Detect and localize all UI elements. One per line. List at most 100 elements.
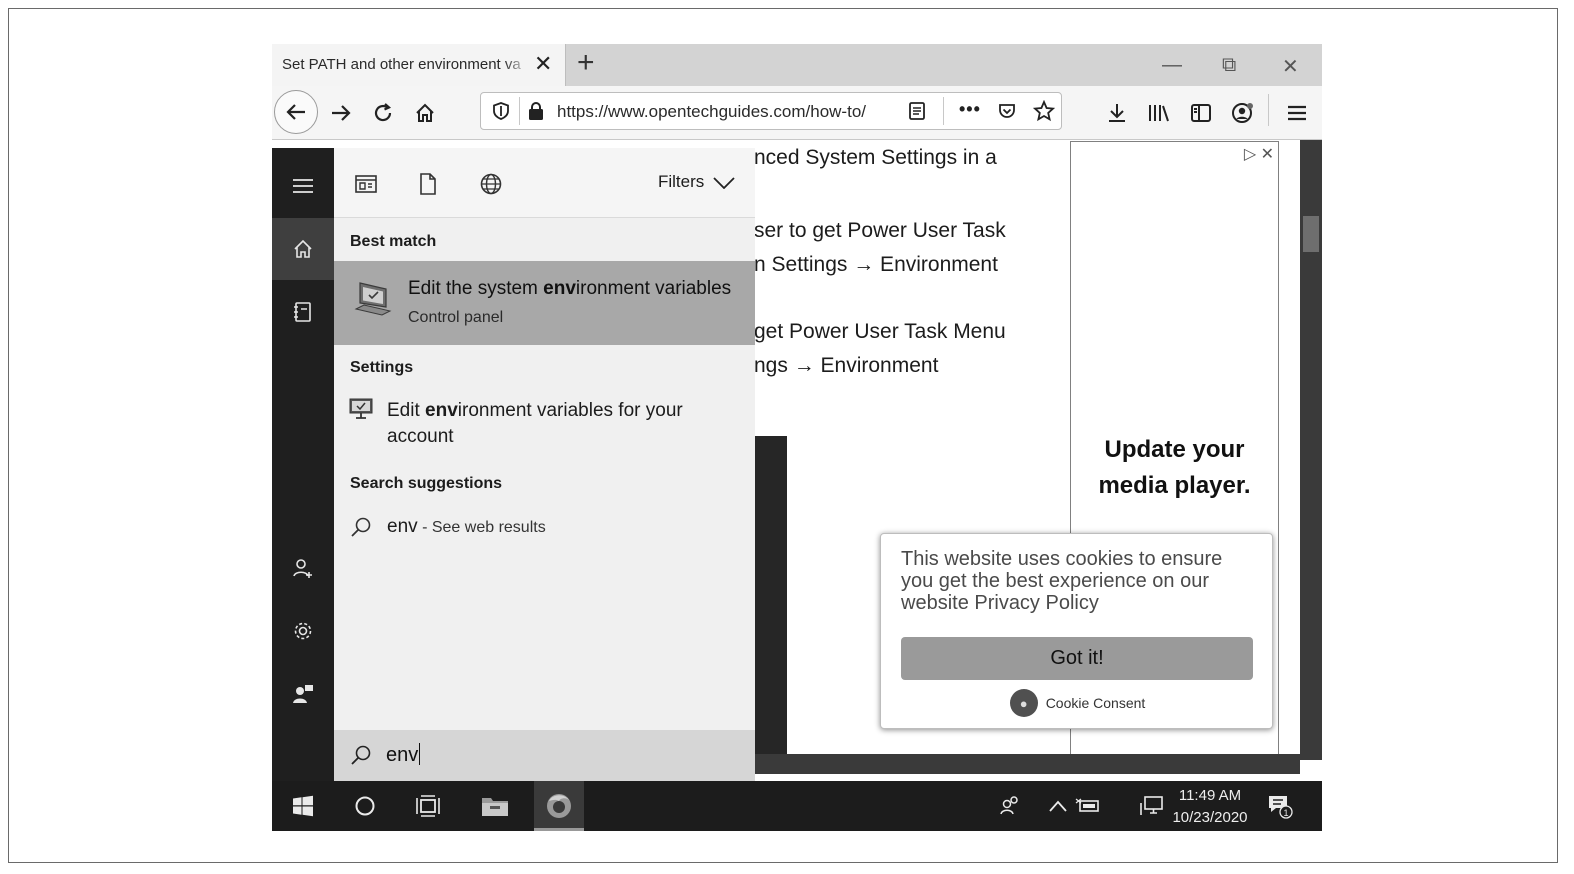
- lock-icon[interactable]: [527, 101, 545, 121]
- bookmark-star-icon[interactable]: [1033, 100, 1055, 122]
- people-button[interactable]: [994, 790, 1026, 822]
- browser-tab[interactable]: Set PATH and other environment va ✕: [272, 44, 566, 86]
- start-search-box[interactable]: env: [334, 730, 755, 781]
- tab-close-icon[interactable]: ✕: [534, 53, 552, 75]
- close-window-icon[interactable]: ✕: [1282, 54, 1299, 79]
- suggestion-text: env - See web results: [387, 514, 546, 541]
- clock-time: 11:49 AM: [1178, 787, 1242, 804]
- cortana-circle-icon: [355, 796, 375, 816]
- windows-logo-icon: [293, 795, 313, 817]
- search-results-panel: Filters Best match Edit the system envir…: [334, 148, 755, 781]
- firefox-icon: [547, 794, 571, 818]
- restore-icon[interactable]: ⧉: [1222, 54, 1236, 77]
- home-icon: [416, 103, 434, 122]
- settings-result-text: Edit environment variables for your acco…: [387, 398, 717, 450]
- rail-notebook-button[interactable]: [272, 290, 334, 334]
- library-button[interactable]: [1144, 98, 1174, 128]
- rail-feedback-button[interactable]: [272, 672, 334, 716]
- system-settings-icon: [349, 398, 373, 419]
- article-line: get Power User Task Menu: [754, 320, 1006, 343]
- search-filter-row: Filters: [334, 148, 755, 218]
- search-suggestions-heading: Search suggestions: [350, 475, 503, 492]
- title-match-highlight: env: [543, 278, 576, 299]
- battery-button[interactable]: [1072, 790, 1104, 822]
- chevron-up-icon: [1049, 800, 1067, 812]
- url-text[interactable]: https://www.opentechguides.com/how-to/: [557, 102, 897, 122]
- cookie-brand-label: Cookie Consent: [1045, 695, 1146, 711]
- file-explorer-button[interactable]: [479, 790, 511, 822]
- cookie-accept-button[interactable]: Got it!: [901, 637, 1253, 680]
- scrollbar-thumb[interactable]: [1303, 216, 1319, 252]
- search-query: env: [386, 744, 419, 766]
- rail-home-button[interactable]: [272, 227, 334, 271]
- start-expand-button[interactable]: [272, 164, 334, 208]
- hamburger-icon: [1288, 105, 1306, 121]
- show-hidden-icons-button[interactable]: [1042, 790, 1074, 822]
- text-cursor: [419, 743, 421, 765]
- horizontal-scrollbar[interactable]: [752, 754, 1300, 774]
- settings-result[interactable]: Edit environment variables for your acco…: [334, 392, 755, 452]
- filters-label: Filters: [657, 172, 705, 191]
- minimize-icon[interactable]: —: [1162, 54, 1182, 77]
- best-match-result[interactable]: Edit the system environment variables Co…: [334, 261, 755, 345]
- cookie-consent-brand[interactable]: ● Cookie Consent: [881, 689, 1274, 717]
- documents-filter-button[interactable]: [414, 170, 442, 198]
- reader-view-icon[interactable]: [907, 101, 927, 121]
- clock-date: 10/23/2020: [1172, 809, 1248, 826]
- filters-dropdown[interactable]: Filters: [658, 172, 735, 192]
- network-icon: [1140, 796, 1163, 815]
- people-icon: [1000, 796, 1018, 815]
- apps-filter-button[interactable]: [352, 170, 380, 198]
- menu-button[interactable]: [1282, 98, 1312, 128]
- download-icon: [1109, 104, 1125, 122]
- taskbar-clock[interactable]: 11:49 AM 10/23/2020: [1166, 785, 1254, 829]
- notification-count: 1: [1283, 808, 1288, 818]
- task-view-icon: [416, 795, 440, 817]
- account-icon: [1232, 103, 1253, 123]
- search-icon: [351, 517, 371, 537]
- folder-icon: [482, 798, 508, 816]
- article-line: ser to get Power User Task: [754, 219, 1006, 242]
- title-part: Edit the system: [408, 278, 544, 299]
- network-button[interactable]: [1136, 790, 1168, 822]
- home-icon: [294, 239, 312, 258]
- suggestion-query: env: [387, 516, 418, 537]
- notebook-icon: [294, 302, 311, 322]
- gear-icon: [294, 622, 312, 640]
- cortana-button[interactable]: [349, 790, 381, 822]
- settings-heading: Settings: [350, 359, 414, 376]
- reload-button[interactable]: [368, 98, 398, 128]
- ad-text[interactable]: Update your media player.: [1071, 432, 1278, 504]
- ad-choices-icon[interactable]: ▷ ✕: [1244, 144, 1274, 164]
- notification-icon: 1: [1269, 796, 1293, 819]
- web-suggestion-result[interactable]: env - See web results: [334, 508, 755, 548]
- page-actions-icon[interactable]: •••: [959, 99, 981, 120]
- browser-tab-bar: Set PATH and other environment va ✕ + — …: [272, 44, 1322, 86]
- settings-match-highlight: env: [425, 400, 458, 421]
- firefox-taskbar-button[interactable]: [543, 790, 575, 822]
- settings-text-part: Edit: [387, 400, 426, 421]
- document-icon: [420, 173, 436, 195]
- tracking-shield-icon[interactable]: [491, 101, 511, 121]
- search-icon: [351, 745, 371, 765]
- chevron-down-icon: [713, 176, 735, 189]
- taskbar: 11:49 AM 10/23/2020 1: [272, 781, 1322, 831]
- sidebar-button[interactable]: [1186, 98, 1216, 128]
- new-tab-icon[interactable]: +: [577, 48, 595, 78]
- pocket-icon[interactable]: [997, 101, 1017, 121]
- rail-user-button[interactable]: [272, 546, 334, 590]
- action-center-button[interactable]: 1: [1264, 790, 1296, 822]
- start-button[interactable]: [287, 790, 319, 822]
- forward-button[interactable]: [326, 98, 356, 128]
- back-button[interactable]: [274, 90, 318, 134]
- task-view-button[interactable]: [412, 790, 444, 822]
- web-filter-button[interactable]: [477, 170, 505, 198]
- best-match-heading: Best match: [350, 233, 437, 250]
- title-part: ironment variables: [575, 278, 732, 299]
- account-button[interactable]: [1228, 98, 1258, 128]
- home-button[interactable]: [410, 98, 440, 128]
- search-query-text[interactable]: env: [386, 743, 421, 767]
- url-bar[interactable]: https://www.opentechguides.com/how-to/ •…: [480, 92, 1062, 130]
- downloads-button[interactable]: [1102, 98, 1132, 128]
- rail-settings-button[interactable]: [272, 609, 334, 653]
